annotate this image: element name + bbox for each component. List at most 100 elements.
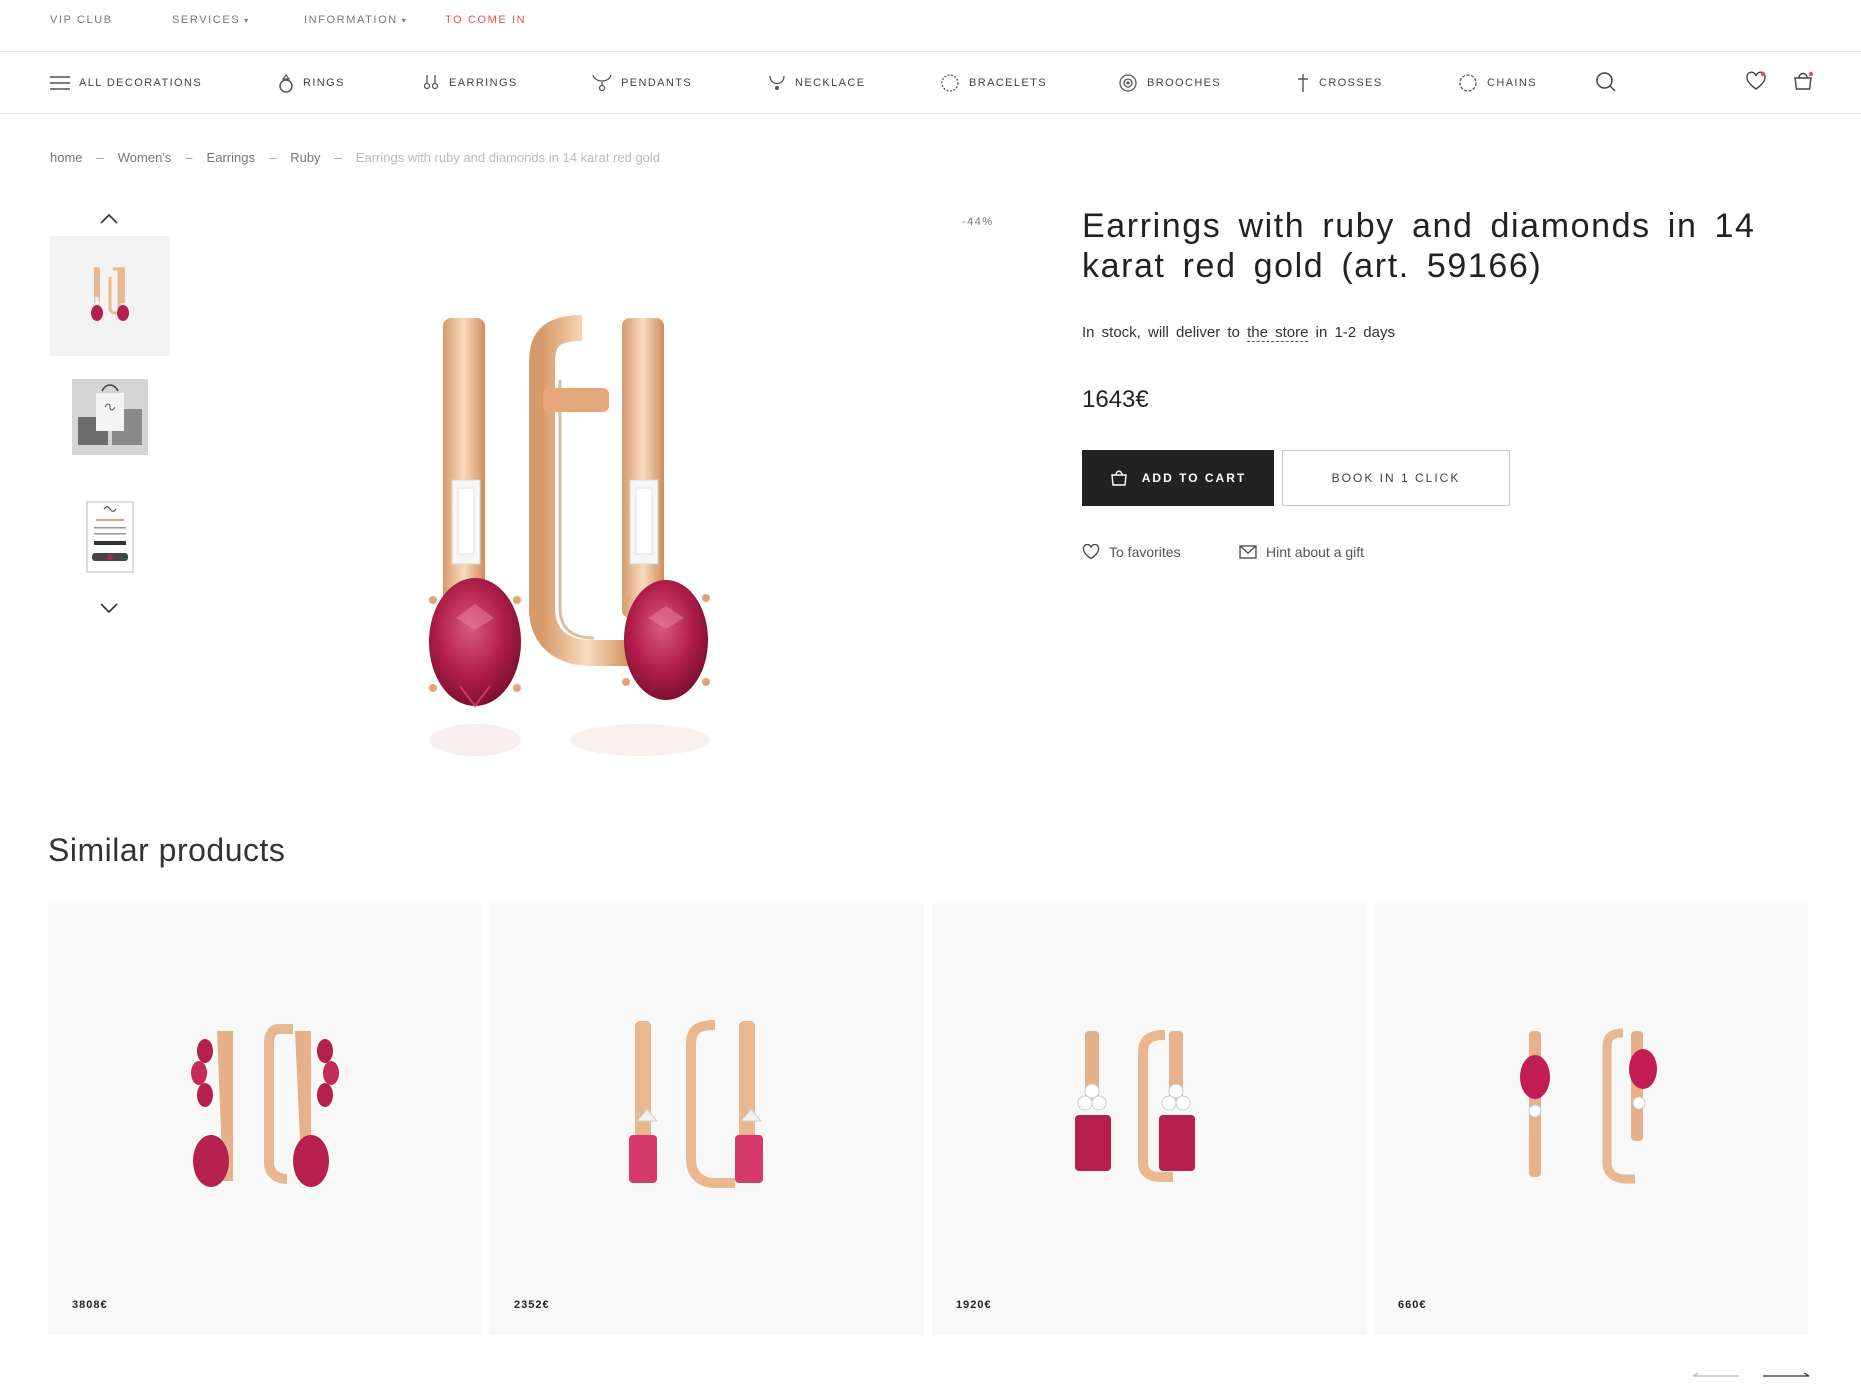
thumbs-up-button[interactable]: [98, 212, 120, 231]
similar-product-card[interactable]: 660€: [1374, 903, 1808, 1335]
hint-gift-link[interactable]: Hint about a gift: [1239, 544, 1364, 560]
arrow-right-icon: [1763, 1372, 1810, 1377]
add-to-favorites-link[interactable]: To favorites: [1082, 544, 1181, 560]
search-button[interactable]: [1595, 71, 1617, 98]
nav-label: CROSSES: [1319, 77, 1383, 89]
breadcrumb: home – Women's – Earrings – Ruby – Earri…: [50, 150, 660, 165]
cross-icon: [1298, 74, 1308, 92]
breadcrumb-ruby[interactable]: Ruby: [290, 150, 320, 165]
product-title: Earrings with ruby and diamonds in 14 ka…: [1082, 207, 1756, 285]
stock-text: In stock, will deliver to: [1082, 324, 1248, 341]
book-label: BOOK IN 1 CLICK: [1331, 471, 1461, 485]
nav-chains[interactable]: CHAINS: [1458, 52, 1537, 114]
brooch-icon: [1119, 74, 1137, 92]
product-price: 1643€: [1082, 386, 1149, 413]
nav-label: RINGS: [303, 77, 345, 89]
slider-prev-button[interactable]: [1692, 1367, 1740, 1385]
product-main-image: [400, 300, 780, 770]
nav-label: EARRINGS: [449, 77, 518, 89]
arrow-left-icon: [1692, 1372, 1739, 1377]
nav-label: NECKLACE: [795, 77, 866, 89]
similar-product-card[interactable]: 3808€: [48, 903, 482, 1335]
nav-necklace[interactable]: NECKLACE: [768, 52, 866, 114]
stock-text: in 1-2 days: [1308, 324, 1395, 341]
add-to-cart-label: ADD TO CART: [1141, 471, 1247, 485]
product-image: [1520, 1028, 1657, 1184]
envelope-icon: [1239, 545, 1257, 559]
chevron-down-icon: [100, 603, 118, 614]
information-label: INFORMATION: [304, 14, 398, 26]
stock-status: In stock, will deliver to the store in 1…: [1082, 324, 1395, 342]
thumbnail-earrings[interactable]: [50, 236, 170, 356]
chain-icon: [1459, 74, 1477, 92]
slider-next-button[interactable]: [1762, 1367, 1810, 1385]
login-link[interactable]: TO COME IN: [445, 14, 526, 26]
discount-badge: -44%: [962, 216, 994, 228]
necklace-icon: [769, 75, 785, 90]
add-to-cart-button[interactable]: ADD TO CART: [1082, 450, 1274, 506]
chevron-up-icon: [100, 213, 118, 224]
hamburger-icon: [50, 76, 70, 90]
pendant-icon: [592, 74, 612, 92]
nav-label: BRACELETS: [969, 77, 1048, 89]
favorites-label: To favorites: [1109, 544, 1181, 560]
breadcrumb-separator: –: [334, 150, 342, 165]
gift-box-thumbnail-image: [72, 379, 148, 455]
category-nav: ALL DECORATIONS RINGS EARRINGS PENDANTS …: [0, 52, 1861, 114]
card-price: 660€: [1398, 1299, 1427, 1311]
card-price: 3808€: [72, 1299, 108, 1311]
ring-icon: [279, 74, 293, 93]
breadcrumb-earrings[interactable]: Earrings: [207, 150, 255, 165]
breadcrumb-separator: –: [268, 150, 277, 165]
product-image: [629, 1020, 763, 1188]
chevron-down-icon: ▾: [401, 16, 408, 25]
product-image: [1075, 1030, 1195, 1182]
thumbnail-gift-box[interactable]: [50, 357, 170, 477]
nav-earrings[interactable]: EARRINGS: [424, 52, 518, 114]
nav-crosses[interactable]: CROSSES: [1296, 52, 1383, 114]
earrings-icon: [424, 75, 439, 90]
earrings-thumbnail-image: [91, 267, 129, 321]
nav-label: ALL DECORATIONS: [79, 77, 203, 89]
breadcrumb-home[interactable]: home: [50, 150, 83, 165]
nav-label: CHAINS: [1487, 77, 1537, 89]
nav-all-decorations[interactable]: ALL DECORATIONS: [50, 52, 202, 114]
bracelet-icon: [941, 74, 959, 92]
services-label: SERVICES: [172, 14, 241, 26]
information-menu[interactable]: INFORMATION ▾: [304, 14, 407, 26]
nav-bracelets[interactable]: BRACELETS: [940, 52, 1047, 114]
heart-icon: [1746, 71, 1766, 90]
similar-products-title: Similar products: [48, 832, 286, 868]
similar-product-card[interactable]: 2352€: [490, 903, 924, 1335]
top-bar: VIP CLUB SERVICES ▾ INFORMATION ▾ TO COME …: [0, 0, 1861, 52]
cart-button[interactable]: [1792, 71, 1814, 96]
search-icon: [1596, 72, 1616, 92]
breadcrumb-women[interactable]: Women's: [118, 150, 172, 165]
card-price: 2352€: [514, 1299, 550, 1311]
nav-rings[interactable]: RINGS: [278, 52, 345, 114]
nav-pendants[interactable]: PENDANTS: [592, 52, 692, 114]
bag-icon: [1110, 470, 1127, 486]
breadcrumb-separator: –: [185, 150, 193, 165]
chevron-down-icon: ▾: [244, 16, 250, 25]
favorites-button[interactable]: [1745, 71, 1767, 96]
vip-club-link[interactable]: VIP CLUB: [50, 14, 113, 26]
breadcrumb-current: Earrings with ruby and diamonds in 14 ka…: [355, 150, 661, 165]
hint-label: Hint about a gift: [1266, 544, 1365, 560]
thumbs-down-button[interactable]: [98, 601, 120, 620]
book-one-click-button[interactable]: BOOK IN 1 CLICK: [1282, 450, 1510, 506]
card-price: 1920€: [956, 1299, 992, 1311]
similar-product-card[interactable]: 1920€: [932, 903, 1366, 1335]
ruby-earrings-image: [429, 315, 710, 756]
breadcrumb-separator: –: [96, 150, 104, 165]
nav-brooches[interactable]: BROOCHES: [1118, 52, 1221, 114]
certificate-thumbnail-image: [86, 501, 134, 573]
thumbnail-certificate[interactable]: [50, 477, 170, 597]
nav-label: BROOCHES: [1147, 77, 1222, 89]
product-image: [191, 1024, 339, 1187]
heart-icon: [1082, 544, 1100, 560]
services-menu[interactable]: SERVICES ▾: [172, 14, 250, 26]
nav-label: PENDANTS: [621, 77, 693, 89]
bag-icon: [1794, 71, 1814, 90]
store-link[interactable]: the store: [1247, 324, 1309, 342]
